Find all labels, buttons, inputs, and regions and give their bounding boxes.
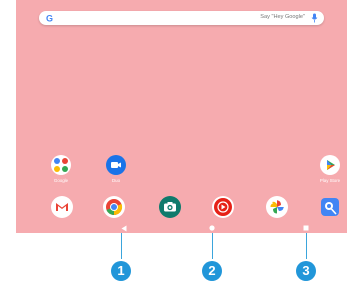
callout-1: 1 — [111, 261, 131, 281]
search-hint: Say "Hey Google" — [260, 14, 305, 20]
duo-label: Duo — [111, 178, 121, 183]
home-button[interactable] — [209, 225, 215, 231]
callout-line-3 — [306, 233, 307, 259]
camera-icon[interactable] — [159, 196, 181, 218]
play-store-label: Play Store — [319, 178, 341, 183]
play-store-app[interactable]: Play Store — [317, 155, 343, 183]
home-screen: G Say "Hey Google" Google Duo Play Store — [16, 0, 347, 233]
play-store-icon — [320, 155, 340, 175]
microphone-icon[interactable] — [311, 13, 318, 23]
maps-icon[interactable] — [319, 196, 341, 218]
recent-apps-button[interactable] — [303, 225, 309, 231]
callout-line-2 — [212, 233, 213, 259]
google-folder-label: Google — [53, 178, 69, 183]
photos-icon[interactable] — [266, 196, 288, 218]
back-button[interactable] — [121, 225, 127, 232]
callout-3: 3 — [296, 261, 316, 281]
google-folder-icon — [51, 155, 71, 175]
gmail-icon[interactable] — [51, 196, 73, 218]
youtube-music-icon[interactable] — [212, 196, 234, 218]
google-folder[interactable]: Google — [48, 155, 74, 183]
search-bar[interactable]: G Say "Hey Google" — [39, 11, 324, 25]
callout-2: 2 — [202, 261, 222, 281]
svg-text:G: G — [46, 14, 53, 24]
duo-icon — [106, 155, 126, 175]
chrome-icon[interactable] — [103, 196, 125, 218]
duo-app[interactable]: Duo — [103, 155, 129, 183]
callout-line-1 — [121, 233, 122, 259]
google-g-icon: G — [46, 14, 53, 24]
